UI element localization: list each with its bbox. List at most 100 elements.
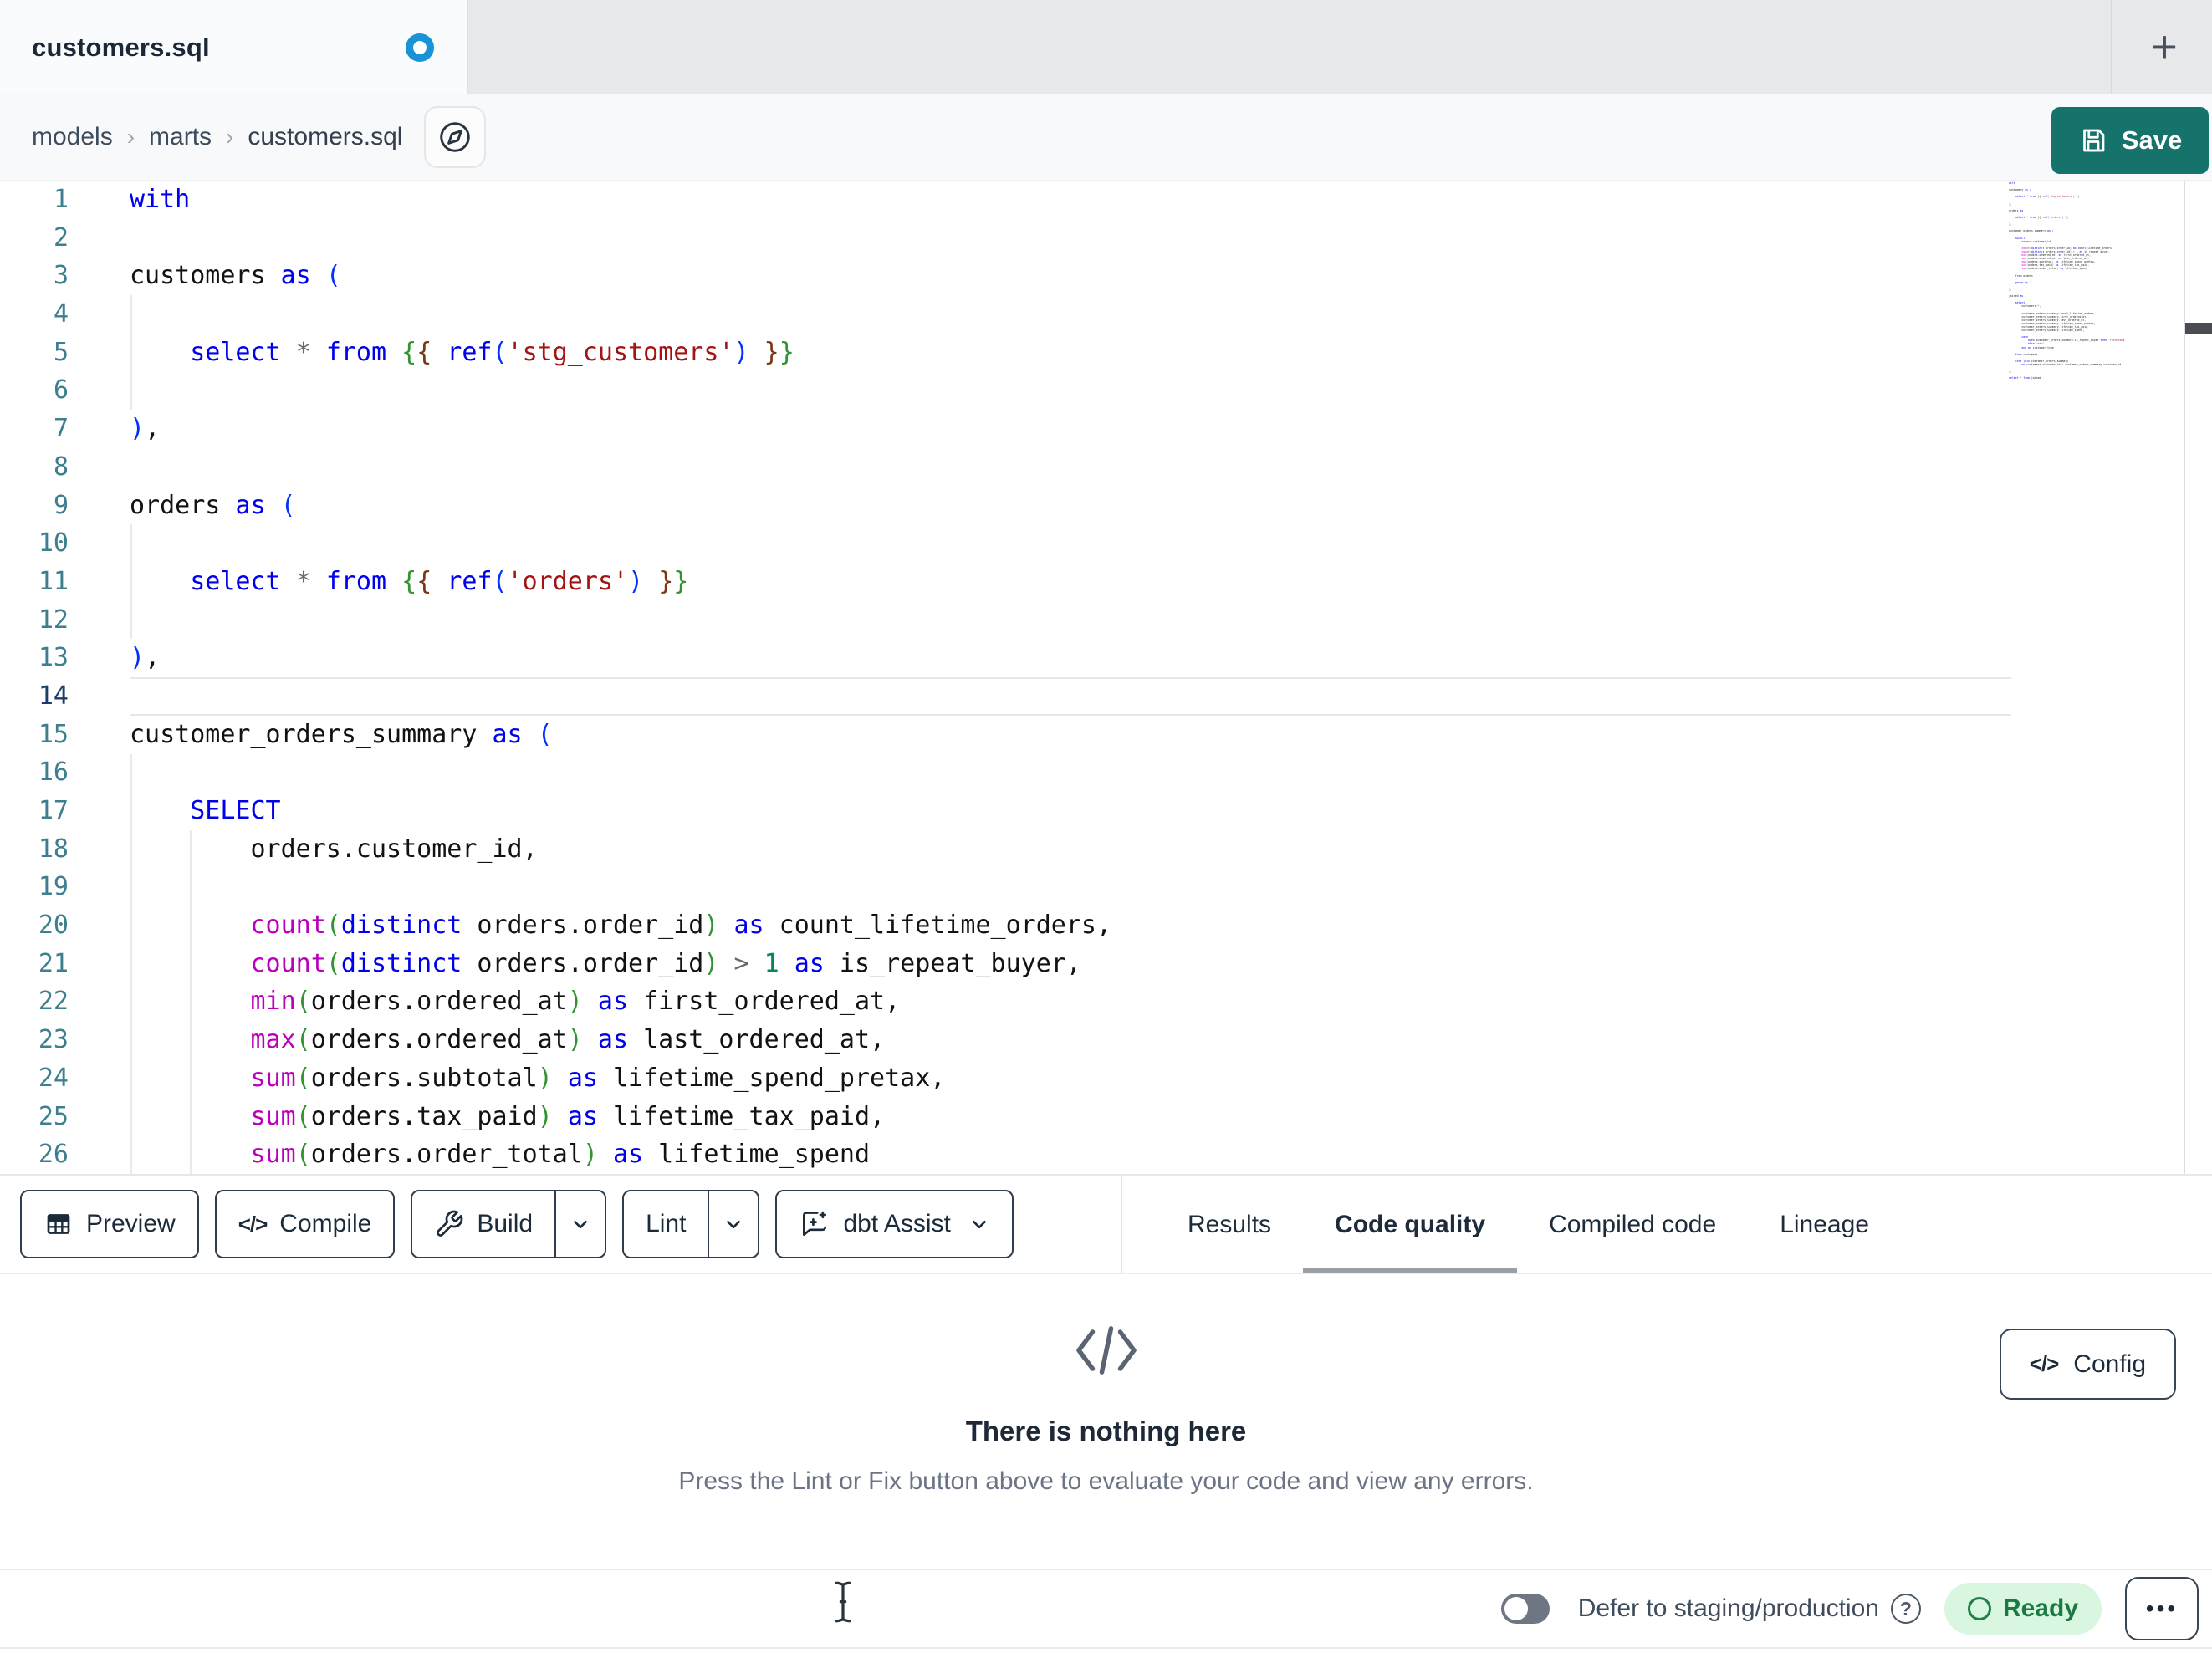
editor-toolbar: Preview </> Compile Build Lint dbt Assis… <box>0 1174 2212 1274</box>
preview-button-label: Preview <box>86 1210 176 1237</box>
line-number: 17 <box>38 796 69 825</box>
code-line[interactable]: orders as ( <box>130 487 1111 525</box>
indent-guide <box>130 754 132 1174</box>
dbt-assist-button[interactable]: dbt Assist <box>775 1190 1014 1258</box>
code-line[interactable] <box>130 677 1111 716</box>
line-number: 4 <box>53 299 69 329</box>
code-line[interactable] <box>130 868 1111 906</box>
panel-tab-results[interactable]: Results <box>1156 1176 1303 1273</box>
line-number: 18 <box>38 834 69 864</box>
code-line[interactable]: ), <box>130 410 1111 448</box>
code-line[interactable]: sum(orders.subtotal) as lifetime_spend_p… <box>130 1059 1111 1098</box>
status-circle-icon <box>1967 1597 1991 1620</box>
code-line[interactable] <box>130 753 1111 792</box>
line-number: 14 <box>38 681 69 711</box>
line-number: 6 <box>53 375 69 406</box>
toggle-knob <box>1504 1597 1528 1620</box>
chevron-down-icon <box>968 1213 990 1235</box>
code-line[interactable]: sum(orders.order_total) as lifetime_spen… <box>130 1135 1111 1174</box>
save-floppy-icon <box>2078 125 2108 156</box>
lint-button-label: Lint <box>646 1210 687 1237</box>
text-cursor <box>832 1580 854 1628</box>
line-number: 7 <box>53 414 69 444</box>
code-line[interactable]: select * from {{ ref('orders') }} <box>130 563 1111 601</box>
ellipsis-icon: ••• <box>2145 1595 2179 1621</box>
save-button[interactable]: Save <box>2051 107 2209 174</box>
code-line[interactable]: ), <box>130 639 1111 677</box>
status-bar: Defer to staging/production ? Ready ••• <box>0 1569 2212 1647</box>
lint-dropdown-button[interactable] <box>708 1191 758 1257</box>
code-line[interactable]: customers as ( <box>130 257 1111 295</box>
lint-split-button: Lint <box>622 1190 760 1258</box>
breadcrumb-item-customers-sql[interactable]: customers.sql <box>248 123 402 151</box>
code-line[interactable]: max(orders.ordered_at) as last_ordered_a… <box>130 1021 1111 1059</box>
line-number: 3 <box>53 261 69 291</box>
minimap[interactable]: with customers as ( select * from {{ ref(… <box>2009 181 2159 574</box>
panel-tab-label: Code quality <box>1335 1210 1486 1238</box>
code-line[interactable] <box>130 524 1111 563</box>
panel-tab-lineage[interactable]: Lineage <box>1748 1176 1901 1273</box>
ready-status-label: Ready <box>2002 1594 2078 1622</box>
indent-guide <box>190 830 192 1174</box>
explore-lineage-button[interactable] <box>424 106 487 168</box>
line-number: 16 <box>38 758 69 788</box>
code-line[interactable]: SELECT <box>130 792 1111 830</box>
panel-tab-code-quality[interactable]: Code quality <box>1303 1176 1518 1273</box>
overview-ruler-cursor-marker <box>2185 323 2212 334</box>
panel-tab-label: Results <box>1188 1210 1272 1238</box>
build-dropdown-button[interactable] <box>554 1191 605 1257</box>
breadcrumb-bar: models › marts › customers.sql Save <box>0 94 2212 181</box>
line-number: 9 <box>53 490 69 520</box>
code-line[interactable] <box>130 219 1111 258</box>
panel-tab-bar: Results Code quality Compiled code Linea… <box>1156 1176 1901 1273</box>
lint-button[interactable]: Lint <box>624 1191 708 1257</box>
code-line[interactable]: orders.customer_id, <box>130 830 1111 869</box>
code-line[interactable]: count(distinct orders.order_id) as count… <box>130 906 1112 945</box>
ready-status-badge[interactable]: Ready <box>1944 1583 2102 1635</box>
minimap-line: select * from joined <box>2009 376 2041 380</box>
panel-tab-compiled-code[interactable]: Compiled code <box>1517 1176 1748 1273</box>
overflow-menu-button[interactable]: ••• <box>2125 1577 2199 1640</box>
breadcrumb-item-marts[interactable]: marts <box>149 123 212 151</box>
file-tab-title: customers.sql <box>32 32 210 62</box>
file-tab-customers-sql[interactable]: customers.sql <box>0 0 468 94</box>
help-icon[interactable]: ? <box>1890 1594 1921 1624</box>
build-button-label: Build <box>477 1210 534 1237</box>
code-line[interactable]: count(distinct orders.order_id) > 1 as i… <box>130 945 1111 983</box>
code-line[interactable] <box>130 601 1111 640</box>
line-number: 5 <box>53 337 69 367</box>
code-editor[interactable]: 1 2 3 4 5 6 7 8 9 10 11 12 13 14 15 16 17 18 19 20 21 22 23 24 2… <box>0 181 2212 1174</box>
code-line[interactable]: with <box>130 181 1111 219</box>
code-quality-panel: </> Config There is nothing here Press t… <box>0 1274 2212 1566</box>
compile-button[interactable]: </> Compile <box>214 1190 396 1258</box>
new-tab-button[interactable]: + <box>2134 17 2194 77</box>
save-button-label: Save <box>2121 125 2183 155</box>
plus-icon: + <box>2151 22 2178 72</box>
line-number: 2 <box>53 222 69 253</box>
line-number: 15 <box>38 719 69 749</box>
window-bottom-edge <box>0 1647 2212 1649</box>
defer-toggle[interactable] <box>1500 1594 1550 1624</box>
build-button[interactable]: Build <box>412 1191 554 1257</box>
code-line[interactable]: select * from {{ ref('stg_customers') }} <box>130 334 1111 372</box>
panel-tab-label: Lineage <box>1780 1210 1869 1238</box>
indent-guide <box>130 295 132 410</box>
code-line[interactable]: min(orders.ordered_at) as first_ordered_… <box>130 982 1111 1021</box>
code-line[interactable] <box>130 295 1111 334</box>
code-line[interactable]: sum(orders.tax_paid) as lifetime_tax_pai… <box>130 1098 1111 1136</box>
line-number: 10 <box>38 528 69 559</box>
line-number: 12 <box>38 605 69 635</box>
preview-button[interactable]: Preview <box>20 1190 199 1258</box>
assist-chat-sparkle-icon <box>799 1208 830 1240</box>
breadcrumb-separator: › <box>126 124 135 150</box>
code-line[interactable]: customer_orders_summary as ( <box>130 716 1111 754</box>
line-number: 21 <box>38 948 69 978</box>
code-line[interactable] <box>130 371 1111 410</box>
code-line[interactable] <box>130 448 1111 487</box>
code-brackets-icon: </> <box>238 1211 268 1237</box>
empty-state-title: There is nothing here <box>965 1416 1247 1446</box>
code-slash-icon <box>1070 1323 1142 1382</box>
panel-tab-label: Compiled code <box>1549 1210 1717 1238</box>
breadcrumb-item-models[interactable]: models <box>32 123 113 151</box>
empty-state: There is nothing here Press the Lint or … <box>0 1274 2212 1496</box>
